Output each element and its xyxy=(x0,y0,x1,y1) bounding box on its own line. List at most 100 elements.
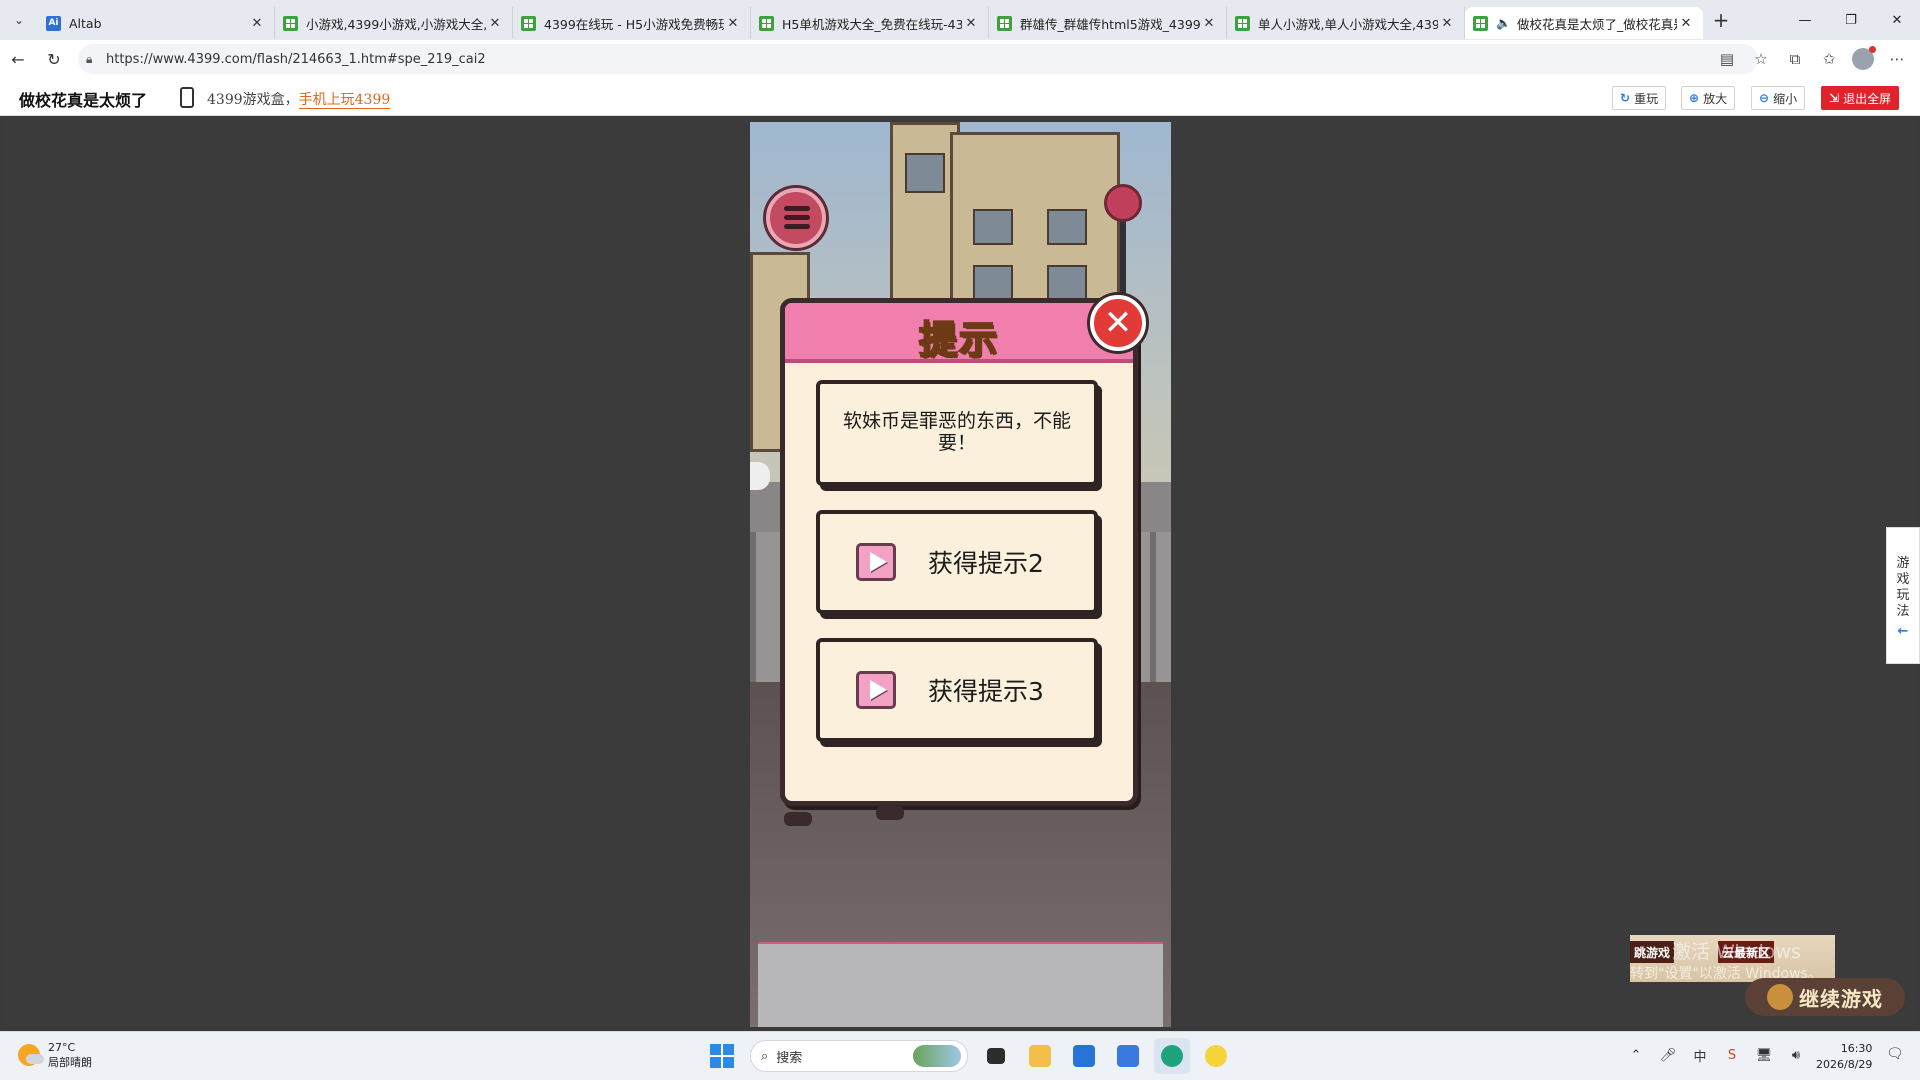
dialog-leg xyxy=(876,806,904,820)
whiteboard-button[interactable] xyxy=(1110,1038,1146,1074)
video-play-icon xyxy=(856,671,896,709)
task-view-button[interactable] xyxy=(978,1038,1014,1074)
sogou-icon[interactable]: S xyxy=(1716,1048,1748,1063)
volume-icon[interactable]: 🔊︎ xyxy=(1780,1048,1812,1063)
extensions-icon[interactable]: ⧉ xyxy=(1778,44,1812,74)
tab-altab[interactable]: Ai Altab ✕ xyxy=(38,7,275,39)
promo-link[interactable]: 手机上玩4399 xyxy=(298,92,391,109)
search-highlight-image xyxy=(913,1045,961,1067)
browser-toolbar-icons: ▤ ☆ ⧉ ✩ ⋯ xyxy=(1710,44,1914,74)
weather-widget[interactable]: 27°C 局部晴朗 xyxy=(18,1040,92,1070)
clock-time: 16:30 xyxy=(1840,1042,1873,1055)
store-icon xyxy=(1073,1045,1095,1067)
reader-mode-icon[interactable]: ▤ xyxy=(1710,44,1744,74)
side-tab-char: 戏 xyxy=(1896,572,1910,587)
zoom-in-label: 放大 xyxy=(1703,91,1728,106)
taskbar-search[interactable]: ⌕ 搜索 xyxy=(750,1040,968,1072)
tab-title: 小游戏,4399小游戏,小游戏大全,双 xyxy=(306,16,486,32)
building-window xyxy=(973,265,1013,301)
favorites-icon[interactable]: ✩ xyxy=(1812,44,1846,74)
refresh-icon[interactable]: ↻ xyxy=(36,41,72,77)
store-button[interactable] xyxy=(1066,1038,1102,1074)
navigation-bar: ← ↻ 🔒︎ https://www.4399.com/flash/214663… xyxy=(0,40,1920,78)
back-icon[interactable]: ← xyxy=(0,41,36,77)
close-dialog-button[interactable]: ✕ xyxy=(1090,295,1146,351)
replay-button[interactable]: ↻ 重玩 xyxy=(1612,86,1667,110)
tab-close-icon[interactable]: ✕ xyxy=(248,16,266,31)
tab-title: 群雄传_群雄传html5游戏_4399h5 xyxy=(1020,16,1200,32)
tab-h5-single[interactable]: H5单机游戏大全_免费在线玩-439 ✕ xyxy=(751,7,989,39)
input-method-icon[interactable]: 中 xyxy=(1684,1046,1716,1065)
game-app-icon xyxy=(1205,1045,1227,1067)
restore-icon[interactable]: ❐ xyxy=(1828,0,1874,40)
tab-single-player[interactable]: 单人小游戏,单人小游戏大全,4399 ✕ xyxy=(1227,7,1465,39)
speaker-icon[interactable]: 🔈 xyxy=(1496,16,1511,30)
address-bar[interactable]: 🔒︎ https://www.4399.com/flash/214663_1.h… xyxy=(78,44,1758,74)
microphone-icon[interactable]: 🎤︎ xyxy=(1652,1048,1684,1063)
tab-close-icon[interactable]: ✕ xyxy=(1677,16,1695,31)
side-bubble xyxy=(750,462,770,490)
tab-close-icon[interactable]: ✕ xyxy=(1438,16,1456,31)
hint-dialog-header: 提示 xyxy=(785,303,1133,363)
4399-icon xyxy=(1235,15,1250,31)
more-menu-icon[interactable]: ⋯ xyxy=(1880,44,1914,74)
continue-game-label: 继续游戏 xyxy=(1799,986,1883,1011)
replay-icon: ↻ xyxy=(1620,91,1631,105)
weather-condition: 局部晴朗 xyxy=(48,1056,92,1069)
search-icon: ⌕ xyxy=(761,1048,769,1064)
4399-icon xyxy=(283,15,298,31)
building-window xyxy=(1047,265,1087,301)
profile-icon[interactable] xyxy=(1846,44,1880,74)
game-app-button[interactable] xyxy=(1198,1038,1234,1074)
menu-bar-icon xyxy=(784,206,810,211)
site-info-icon[interactable]: 🔒︎ xyxy=(86,52,106,67)
tab-close-icon[interactable]: ✕ xyxy=(1200,16,1218,31)
building-window xyxy=(1047,209,1087,245)
tab-title: 做校花真是太烦了_做校花真是 xyxy=(1516,16,1677,32)
minimize-icon[interactable]: — xyxy=(1782,0,1828,40)
exit-fullscreen-button[interactable]: ⇲ 退出全屏 xyxy=(1821,86,1900,110)
tab-close-icon[interactable]: ✕ xyxy=(962,16,980,31)
tab-list-chevron-icon[interactable]: ⌄ xyxy=(0,0,38,40)
new-tab-button[interactable]: + xyxy=(1703,8,1739,32)
arrow-left-icon: ← xyxy=(1897,624,1909,639)
app-promo: 4399游戏盒，手机上玩4399 xyxy=(207,89,391,109)
windows-logo-icon xyxy=(710,1044,734,1068)
tab-title: 单人小游戏,单人小游戏大全,4399 xyxy=(1258,16,1438,32)
chevron-up-icon[interactable]: ⌃ xyxy=(1620,1048,1652,1063)
side-tab-char: 玩 xyxy=(1896,588,1910,603)
edge-icon xyxy=(1161,1045,1183,1067)
clock-date: 2026/8/29 xyxy=(1816,1058,1873,1071)
task-view-icon xyxy=(987,1048,1005,1064)
zoom-out-label: 缩小 xyxy=(1773,91,1798,106)
game-menu-button[interactable] xyxy=(766,188,826,248)
continue-game-button[interactable]: 继续游戏 xyxy=(1745,978,1905,1016)
close-window-icon[interactable]: ✕ xyxy=(1874,0,1920,40)
get-hint-3-label: 获得提示3 xyxy=(928,677,1044,706)
get-hint-2-button[interactable]: 获得提示2 xyxy=(816,510,1098,614)
bottom-panel xyxy=(758,942,1163,1027)
tab-close-icon[interactable]: ✕ xyxy=(486,16,504,31)
zoom-out-button[interactable]: ⊖ 缩小 xyxy=(1751,86,1806,110)
url-text[interactable]: https://www.4399.com/flash/214663_1.htm#… xyxy=(106,52,486,67)
tab-current-game[interactable]: 🔈 做校花真是太烦了_做校花真是 ✕ xyxy=(1465,7,1703,39)
file-explorer-button[interactable] xyxy=(1022,1038,1058,1074)
clock[interactable]: 16:30 2026/8/29 xyxy=(1816,1041,1872,1073)
network-icon[interactable]: 🖥︎ xyxy=(1748,1048,1780,1063)
hint-message-card: 软妹币是罪恶的东西，不能要！ xyxy=(816,380,1098,486)
tab-4399-h5[interactable]: 4399在线玩 - H5小游戏免费畅玩 ✕ xyxy=(513,7,751,39)
exit-fullscreen-label: 退出全屏 xyxy=(1843,91,1892,106)
get-hint-3-button[interactable]: 获得提示3 xyxy=(816,638,1098,742)
favorite-star-icon[interactable]: ☆ xyxy=(1744,44,1778,74)
promo-text: 4399游戏盒， xyxy=(207,92,299,108)
tab-close-icon[interactable]: ✕ xyxy=(724,16,742,31)
tab-qunxiongzhuan[interactable]: 群雄传_群雄传html5游戏_4399h5 ✕ xyxy=(989,7,1227,39)
notification-icon[interactable]: 🗨︎ xyxy=(1886,1046,1904,1062)
game-guide-tab[interactable]: 游 戏 玩 法 ← xyxy=(1886,527,1920,664)
start-button[interactable] xyxy=(704,1038,740,1074)
zoom-in-button[interactable]: ⊕ 放大 xyxy=(1681,86,1736,110)
system-tray: ⌃ 🎤︎ 中 S 🖥︎ 🔊︎ xyxy=(1620,1046,1812,1065)
dialog-legs xyxy=(780,806,940,830)
edge-button[interactable] xyxy=(1154,1038,1190,1074)
tab-4399-home[interactable]: 小游戏,4399小游戏,小游戏大全,双 ✕ xyxy=(275,7,513,39)
